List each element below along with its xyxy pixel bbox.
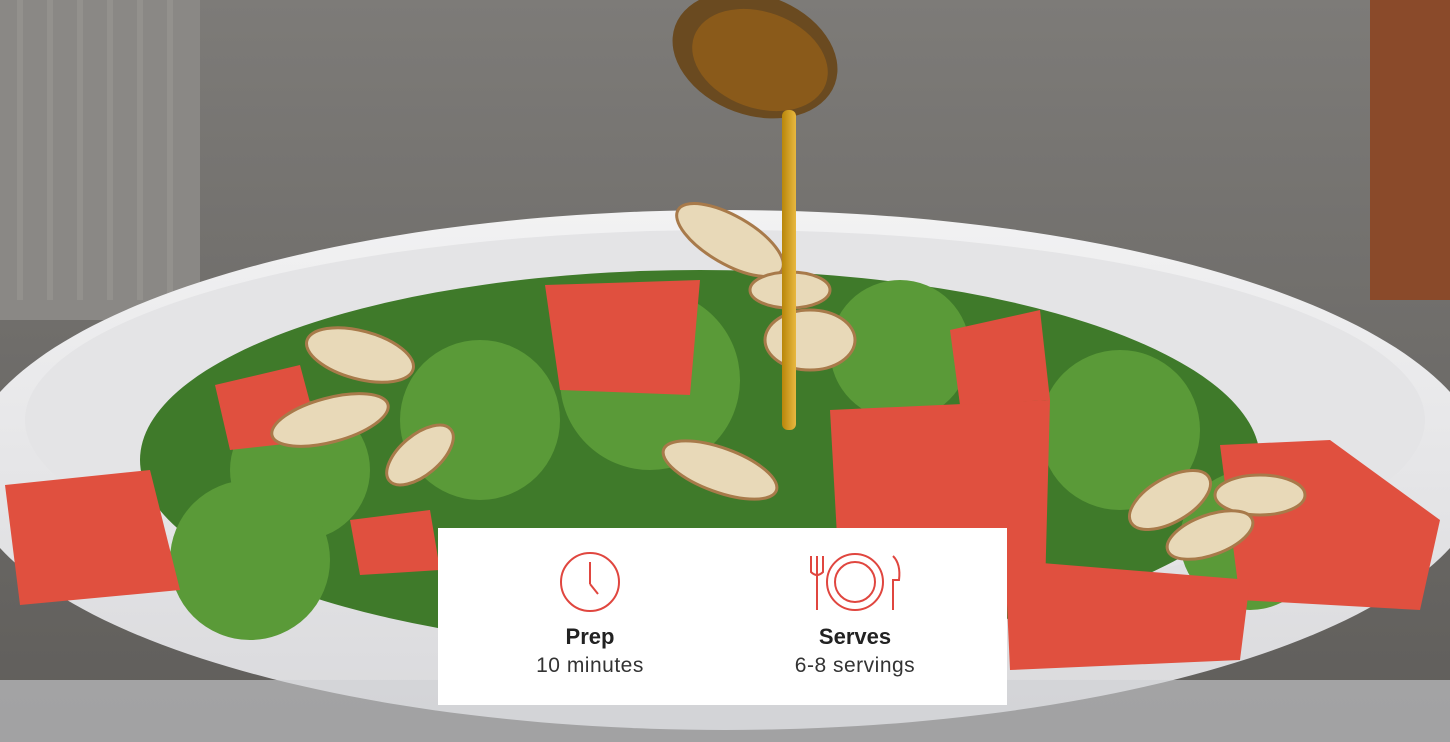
serves-value: 6-8 servings — [794, 654, 916, 677]
plate-utensils-icon — [810, 553, 901, 611]
serves-label: Serves — [818, 624, 892, 649]
prep-label: Prep — [565, 624, 615, 649]
recipe-info-card: Prep 10 minutes Serves 6-8 servings — [438, 528, 1007, 705]
oil-drizzle — [782, 110, 796, 430]
serves-info: Serves 6-8 servings — [775, 528, 935, 705]
prep-value: 10 minutes — [536, 654, 644, 677]
hero-photo: Prep 10 minutes Serves 6-8 servings — [0, 0, 1450, 742]
prep-info: Prep 10 minutes — [510, 528, 670, 705]
clock-icon — [560, 552, 620, 612]
side-dish — [1370, 0, 1450, 300]
